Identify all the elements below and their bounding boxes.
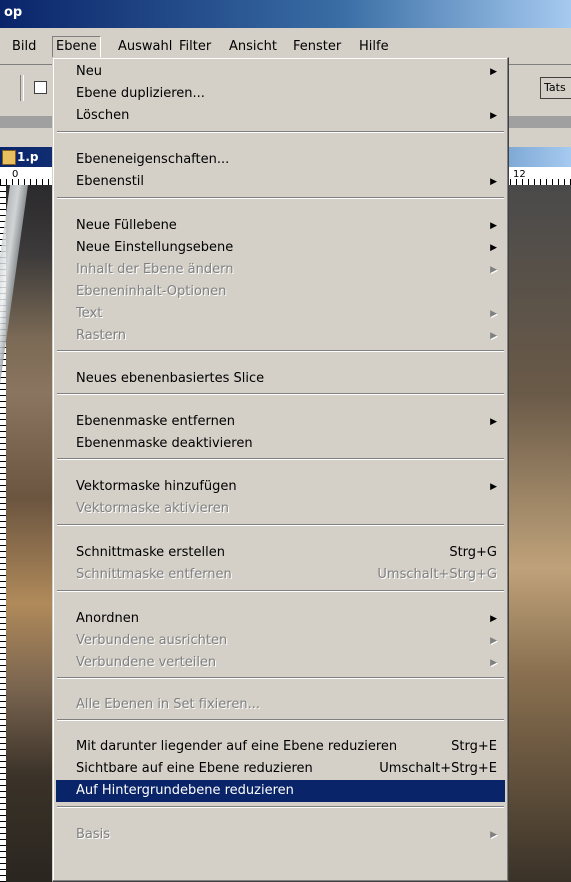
submenu-arrow-icon: ▶	[490, 417, 497, 427]
option-button[interactable]: Tats	[540, 77, 571, 99]
menu-separator	[57, 350, 504, 352]
menu-item-verbundene-ausrichten: Verbundene ausrichten ▶	[56, 630, 505, 652]
menu-item-label: Neue Füllebene	[76, 218, 177, 233]
document-icon	[2, 150, 16, 165]
canvas-image-right	[508, 185, 571, 882]
menu-separator	[57, 590, 504, 592]
menu-separator	[57, 393, 504, 395]
menu-item-verbundene-verteilen: Verbundene verteilen ▶	[56, 652, 505, 674]
menu-item-label: Basis	[76, 827, 111, 842]
menu-item-label: Vektormaske aktivieren	[76, 501, 229, 516]
menu-item-label: Löschen	[76, 108, 130, 123]
submenu-arrow-icon: ▶	[490, 482, 497, 492]
menu-item-neue-einstellungsebene[interactable]: Neue Einstellungsebene ▶	[56, 237, 505, 259]
menu-item-label: Ebenenmaske entfernen	[76, 414, 236, 429]
menu-item-löschen[interactable]: Löschen ▶	[56, 105, 505, 127]
toolbar-separator	[20, 75, 24, 101]
menu-item-mit-darunter-liegender-auf-eine-ebene-reduzieren[interactable]: Mit darunter liegender auf eine Ebene re…	[56, 736, 505, 758]
submenu-arrow-icon: ▶	[490, 265, 497, 275]
menu-auswahl[interactable]: Auswahl	[115, 37, 175, 57]
menu-item-ebenenmaske-entfernen[interactable]: Ebenenmaske entfernen ▶	[56, 411, 505, 433]
menu-ansicht[interactable]: Ansicht	[226, 37, 280, 57]
menu-item-shortcut: Umschalt+Strg+G	[377, 567, 497, 582]
option-checkbox[interactable]	[34, 81, 47, 94]
menu-filter[interactable]: Filter	[176, 37, 214, 57]
menu-separator	[57, 524, 504, 526]
menu-item-ebeneneigenschaften[interactable]: Ebeneneigenschaften...	[56, 149, 505, 171]
submenu-arrow-icon: ▶	[490, 331, 497, 341]
menu-item-ebeneninhalt-optionen: Ebeneninhalt-Optionen	[56, 281, 505, 303]
menu-fenster[interactable]: Fenster	[290, 37, 344, 57]
menu-separator	[57, 719, 504, 721]
menu-item-ebenenmaske-deaktivieren[interactable]: Ebenenmaske deaktivieren	[56, 433, 505, 455]
submenu-arrow-icon: ▶	[490, 309, 497, 319]
app-title: op	[4, 5, 23, 20]
app-title-bar: op	[0, 0, 571, 28]
menu-item-auf-hintergrundebene-reduzieren[interactable]: Auf Hintergrundebene reduzieren	[56, 780, 505, 802]
menu-item-neu[interactable]: Neu ▶	[56, 61, 505, 83]
menu-separator	[57, 458, 504, 460]
menu-item-label: Inhalt der Ebene ändern	[76, 262, 234, 277]
menu-item-label: Neue Einstellungsebene	[76, 240, 234, 255]
menu-separator	[57, 677, 504, 679]
menu-item-label: Ebenenmaske deaktivieren	[76, 436, 253, 451]
menu-item-vektormaske-aktivieren: Vektormaske aktivieren	[56, 498, 505, 520]
menu-hilfe[interactable]: Hilfe	[356, 37, 392, 57]
menu-item-label: Schnittmaske erstellen	[76, 545, 225, 560]
menu-separator	[57, 131, 504, 133]
menu-item-label: Neu	[76, 64, 102, 79]
menu-item-label: Ebeneneigenschaften...	[76, 152, 230, 167]
menu-item-label: Rastern	[76, 328, 126, 343]
menu-item-label: Mit darunter liegender auf eine Ebene re…	[76, 739, 398, 754]
submenu-arrow-icon: ▶	[490, 111, 497, 121]
menu-item-shortcut: Umschalt+Strg+E	[379, 761, 497, 776]
menu-item-sichtbare-auf-eine-ebene-reduzieren[interactable]: Sichtbare auf eine Ebene reduzieren Umsch…	[56, 758, 505, 780]
menu-item-label: Alle Ebenen in Set fixieren...	[76, 697, 260, 712]
menu-item-label: Ebenenstil	[76, 174, 145, 189]
menu-item-label: Auf Hintergrundebene reduzieren	[76, 783, 294, 798]
menu-item-alle-ebenen-in-set-fixieren: Alle Ebenen in Set fixieren...	[56, 694, 505, 716]
menu-item-label: Text	[76, 306, 103, 321]
menu-item-rastern: Rastern ▶	[56, 325, 505, 347]
submenu-arrow-icon: ▶	[490, 658, 497, 668]
menu-item-label: Vektormaske hinzufügen	[76, 479, 237, 494]
submenu-arrow-icon: ▶	[490, 67, 497, 77]
menu-item-shortcut: Strg+E	[451, 739, 497, 754]
menu-item-label: Schnittmaske entfernen	[76, 567, 232, 582]
menu-item-anordnen[interactable]: Anordnen ▶	[56, 608, 505, 630]
ebene-dropdown-menu: Neu ▶ Ebene duplizieren... Löschen ▶ Ebenenei…	[52, 57, 509, 882]
submenu-arrow-icon: ▶	[490, 636, 497, 646]
menu-item-label: Ebene duplizieren...	[76, 86, 205, 101]
menu-item-neues-ebenenbasiertes-slice[interactable]: Neues ebenenbasiertes Slice	[56, 368, 505, 390]
document-title: 1.p	[17, 150, 39, 164]
submenu-arrow-icon: ▶	[490, 830, 497, 840]
submenu-arrow-icon: ▶	[490, 243, 497, 253]
menu-item-ebene-duplizieren[interactable]: Ebene duplizieren...	[56, 83, 505, 105]
menu-item-inhalt-der-ebene-ändern: Inhalt der Ebene ändern ▶	[56, 259, 505, 281]
menu-item-schnittmaske-erstellen[interactable]: Schnittmaske erstellen Strg+G	[56, 542, 505, 564]
menu-item-label: Anordnen	[76, 611, 139, 626]
submenu-arrow-icon: ▶	[490, 177, 497, 187]
menu-item-ebenenstil[interactable]: Ebenenstil ▶	[56, 171, 505, 193]
menu-item-label: Neues ebenenbasiertes Slice	[76, 371, 265, 386]
menu-item-shortcut: Strg+G	[449, 545, 497, 560]
menu-item-label: Sichtbare auf eine Ebene reduzieren	[76, 761, 313, 776]
menu-ebene[interactable]: Ebene	[52, 36, 101, 58]
menu-item-label: Verbundene verteilen	[76, 655, 217, 670]
menu-item-label: Ebeneninhalt-Optionen	[76, 284, 227, 299]
submenu-arrow-icon: ▶	[490, 614, 497, 624]
submenu-arrow-icon: ▶	[490, 221, 497, 231]
menu-item-text: Text ▶	[56, 303, 505, 325]
menu-item-vektormaske-hinzufügen[interactable]: Vektormaske hinzufügen ▶	[56, 476, 505, 498]
menu-separator	[57, 197, 504, 199]
menu-item-basis: Basis ▶	[56, 824, 505, 846]
menu-item-label: Verbundene ausrichten	[76, 633, 228, 648]
menu-bild[interactable]: Bild	[9, 37, 39, 57]
menu-item-neue-füllebene[interactable]: Neue Füllebene ▶	[56, 215, 505, 237]
menu-item-schnittmaske-entfernen: Schnittmaske entfernen Umschalt+Strg+G	[56, 564, 505, 586]
menu-separator	[57, 806, 504, 808]
